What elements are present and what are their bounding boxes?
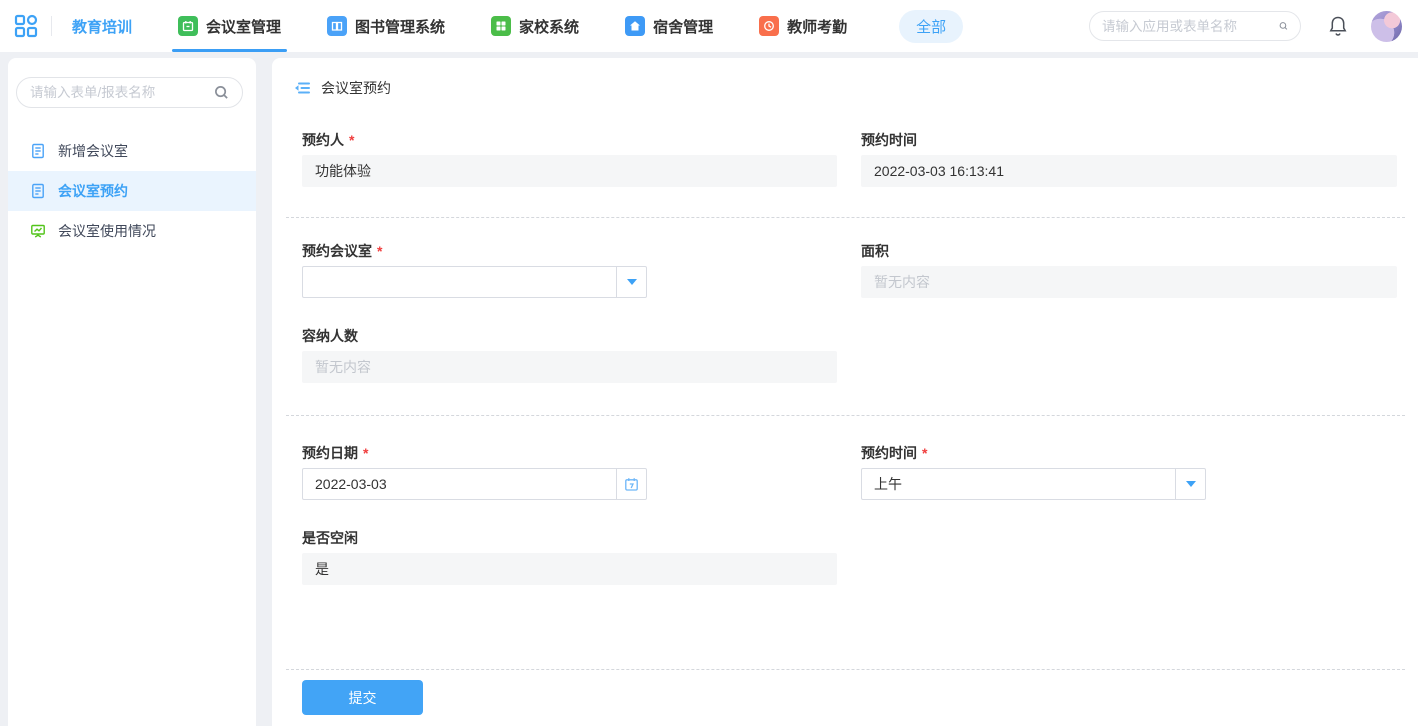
library-book-icon — [327, 16, 347, 36]
field-label: 面积 — [861, 243, 889, 259]
field-capacity: 容纳人数 暂无内容 — [302, 326, 837, 383]
meeting-room-dropdown-button[interactable] — [617, 266, 647, 298]
main-panel: 会议室预约 预约人 * 功能体验 预约时间 2022-03-03 16:13:41 — [272, 58, 1418, 726]
meeting-room-select[interactable] — [302, 266, 647, 298]
field-time-slot: 预约时间 * 上午 — [861, 443, 1397, 500]
form-footer: 提交 — [286, 669, 1405, 726]
form-section-2: 预约会议室 * 面积 暂无内容 — [286, 241, 1405, 298]
calendar-button[interactable] — [617, 468, 647, 500]
notification-bell-icon[interactable] — [1328, 15, 1348, 37]
user-avatar[interactable] — [1371, 11, 1402, 42]
nav-item-library-system[interactable]: 图书管理系统 — [327, 0, 445, 52]
nav-label: 教师考勤 — [787, 16, 847, 37]
global-search[interactable] — [1089, 11, 1301, 41]
reserve-time-value: 2022-03-03 16:13:41 — [861, 155, 1397, 187]
area-value: 暂无内容 — [861, 266, 1397, 298]
capacity-placeholder: 暂无内容 — [315, 359, 371, 375]
field-area: 面积 暂无内容 — [861, 241, 1397, 298]
nav-label: 教育培训 — [72, 16, 132, 37]
homeschool-blocks-icon — [491, 16, 511, 36]
nav-label: 家校系统 — [519, 16, 579, 37]
report-board-icon — [30, 223, 46, 239]
time-slot-dropdown-button[interactable] — [1176, 468, 1206, 500]
chevron-down-icon — [627, 279, 637, 285]
sidebar-item-label: 会议室使用情况 — [58, 221, 156, 241]
sidebar-menu: 新增会议室 会议室预约 会议室使用情况 — [8, 131, 256, 251]
field-label: 预约人 — [302, 132, 344, 148]
required-mark: * — [377, 243, 382, 259]
page-title: 会议室预约 — [321, 78, 391, 98]
sidebar-item-label: 会议室预约 — [58, 181, 128, 201]
meeting-room-value[interactable] — [302, 266, 617, 298]
form-row-is-free: 是否空闲 是 — [286, 528, 1405, 585]
field-reserver: 预约人 * 功能体验 — [302, 130, 837, 187]
sidebar-item-label: 新增会议室 — [58, 141, 128, 161]
reservation-form: 预约人 * 功能体验 预约时间 2022-03-03 16:13:41 预约会议室… — [286, 102, 1405, 669]
calendar-icon — [624, 477, 639, 492]
topbar-divider — [51, 16, 52, 36]
field-label: 预约时间 — [861, 445, 917, 461]
meeting-calendar-icon — [178, 16, 198, 36]
reserve-date-picker[interactable]: 2022-03-03 — [302, 468, 647, 500]
sidebar: 新增会议室 会议室预约 会议室使用情况 — [8, 58, 256, 726]
attendance-clock-icon — [759, 16, 779, 36]
sidebar-search-input[interactable] — [30, 85, 214, 100]
field-label: 是否空闲 — [302, 530, 358, 546]
sidebar-search[interactable] — [16, 77, 243, 108]
reserver-value: 功能体验 — [302, 155, 837, 187]
field-label: 预约日期 — [302, 445, 358, 461]
global-search-input[interactable] — [1102, 19, 1279, 34]
reserve-date-value[interactable]: 2022-03-03 — [302, 468, 617, 500]
nav-label: 图书管理系统 — [355, 16, 445, 37]
nav-label: 宿舍管理 — [653, 16, 713, 37]
main-header: 会议室预约 — [293, 74, 1405, 102]
nav-item-meeting-room-management[interactable]: 会议室管理 — [178, 0, 281, 52]
topbar: 教育培训 会议室管理 图书管理系统 — [0, 0, 1418, 52]
time-slot-select[interactable]: 上午 — [861, 468, 1206, 500]
nav-item-education-training[interactable]: 教育培训 — [72, 0, 132, 52]
sidebar-item-meeting-room-usage[interactable]: 会议室使用情况 — [8, 211, 256, 251]
chevron-down-icon — [1186, 481, 1196, 487]
apps-grid-icon[interactable] — [14, 14, 38, 38]
field-meeting-room: 预约会议室 * — [302, 241, 837, 298]
field-reserve-date: 预约日期 * 2022-03-03 — [302, 443, 837, 500]
submit-button[interactable]: 提交 — [302, 680, 423, 715]
search-icon[interactable] — [1279, 18, 1288, 34]
form-section-3: 预约日期 * 2022-03-03 — [286, 443, 1405, 500]
area-placeholder: 暂无内容 — [874, 274, 930, 290]
is-free-value: 是 — [302, 553, 837, 585]
capacity-value: 暂无内容 — [302, 351, 837, 383]
search-icon[interactable] — [214, 85, 229, 100]
dorm-house-icon — [625, 16, 645, 36]
section-divider — [286, 415, 1405, 416]
field-label: 预约会议室 — [302, 243, 372, 259]
sidebar-item-meeting-room-reservation[interactable]: 会议室预约 — [8, 171, 256, 211]
field-label: 预约时间 — [861, 132, 917, 148]
nav-label: 会议室管理 — [206, 16, 281, 37]
section-divider — [286, 217, 1405, 218]
form-section-1: 预约人 * 功能体验 预约时间 2022-03-03 16:13:41 — [286, 130, 1405, 187]
form-row-capacity: 容纳人数 暂无内容 — [286, 326, 1405, 383]
field-is-free: 是否空闲 是 — [302, 528, 837, 585]
form-doc-icon — [30, 183, 46, 199]
field-label: 容纳人数 — [302, 328, 358, 344]
nav-item-dorm-management[interactable]: 宿舍管理 — [625, 0, 713, 52]
content-area: 新增会议室 会议室预约 会议室使用情况 — [0, 52, 1418, 726]
sidebar-item-add-meeting-room[interactable]: 新增会议室 — [8, 131, 256, 171]
nav-item-teacher-attendance[interactable]: 教师考勤 — [759, 0, 847, 52]
form-doc-icon — [30, 143, 46, 159]
nav-item-home-school-system[interactable]: 家校系统 — [491, 0, 579, 52]
required-mark: * — [349, 132, 354, 148]
collapse-menu-icon[interactable] — [293, 79, 311, 97]
app-nav: 教育培训 会议室管理 图书管理系统 — [72, 0, 963, 52]
required-mark: * — [363, 445, 368, 461]
nav-item-all[interactable]: 全部 — [899, 10, 963, 43]
field-reserve-time: 预约时间 2022-03-03 16:13:41 — [861, 130, 1397, 187]
topbar-right — [1089, 11, 1402, 42]
required-mark: * — [922, 445, 927, 461]
time-slot-value[interactable]: 上午 — [861, 468, 1176, 500]
